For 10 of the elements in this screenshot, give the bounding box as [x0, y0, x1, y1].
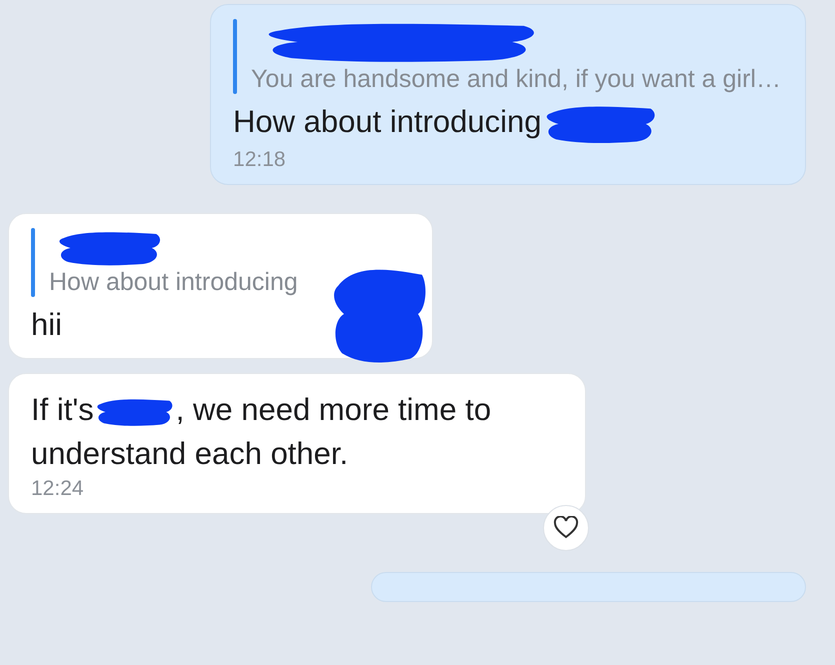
message-text: How about introducing — [233, 100, 781, 146]
quoted-message: You are handsome and kind, if you want a girl… — [251, 65, 781, 94]
message-text: If it's , we need more time to understand each other. — [31, 391, 492, 473]
quote-bar — [31, 228, 35, 297]
reaction-button[interactable] — [543, 504, 589, 551]
message-time: 12:18 — [233, 148, 287, 172]
message-time: 12:24 — [31, 476, 85, 501]
heart-icon — [553, 516, 579, 540]
quoted-message: How about introducing — [49, 268, 298, 297]
message-text: hii — [31, 306, 64, 344]
